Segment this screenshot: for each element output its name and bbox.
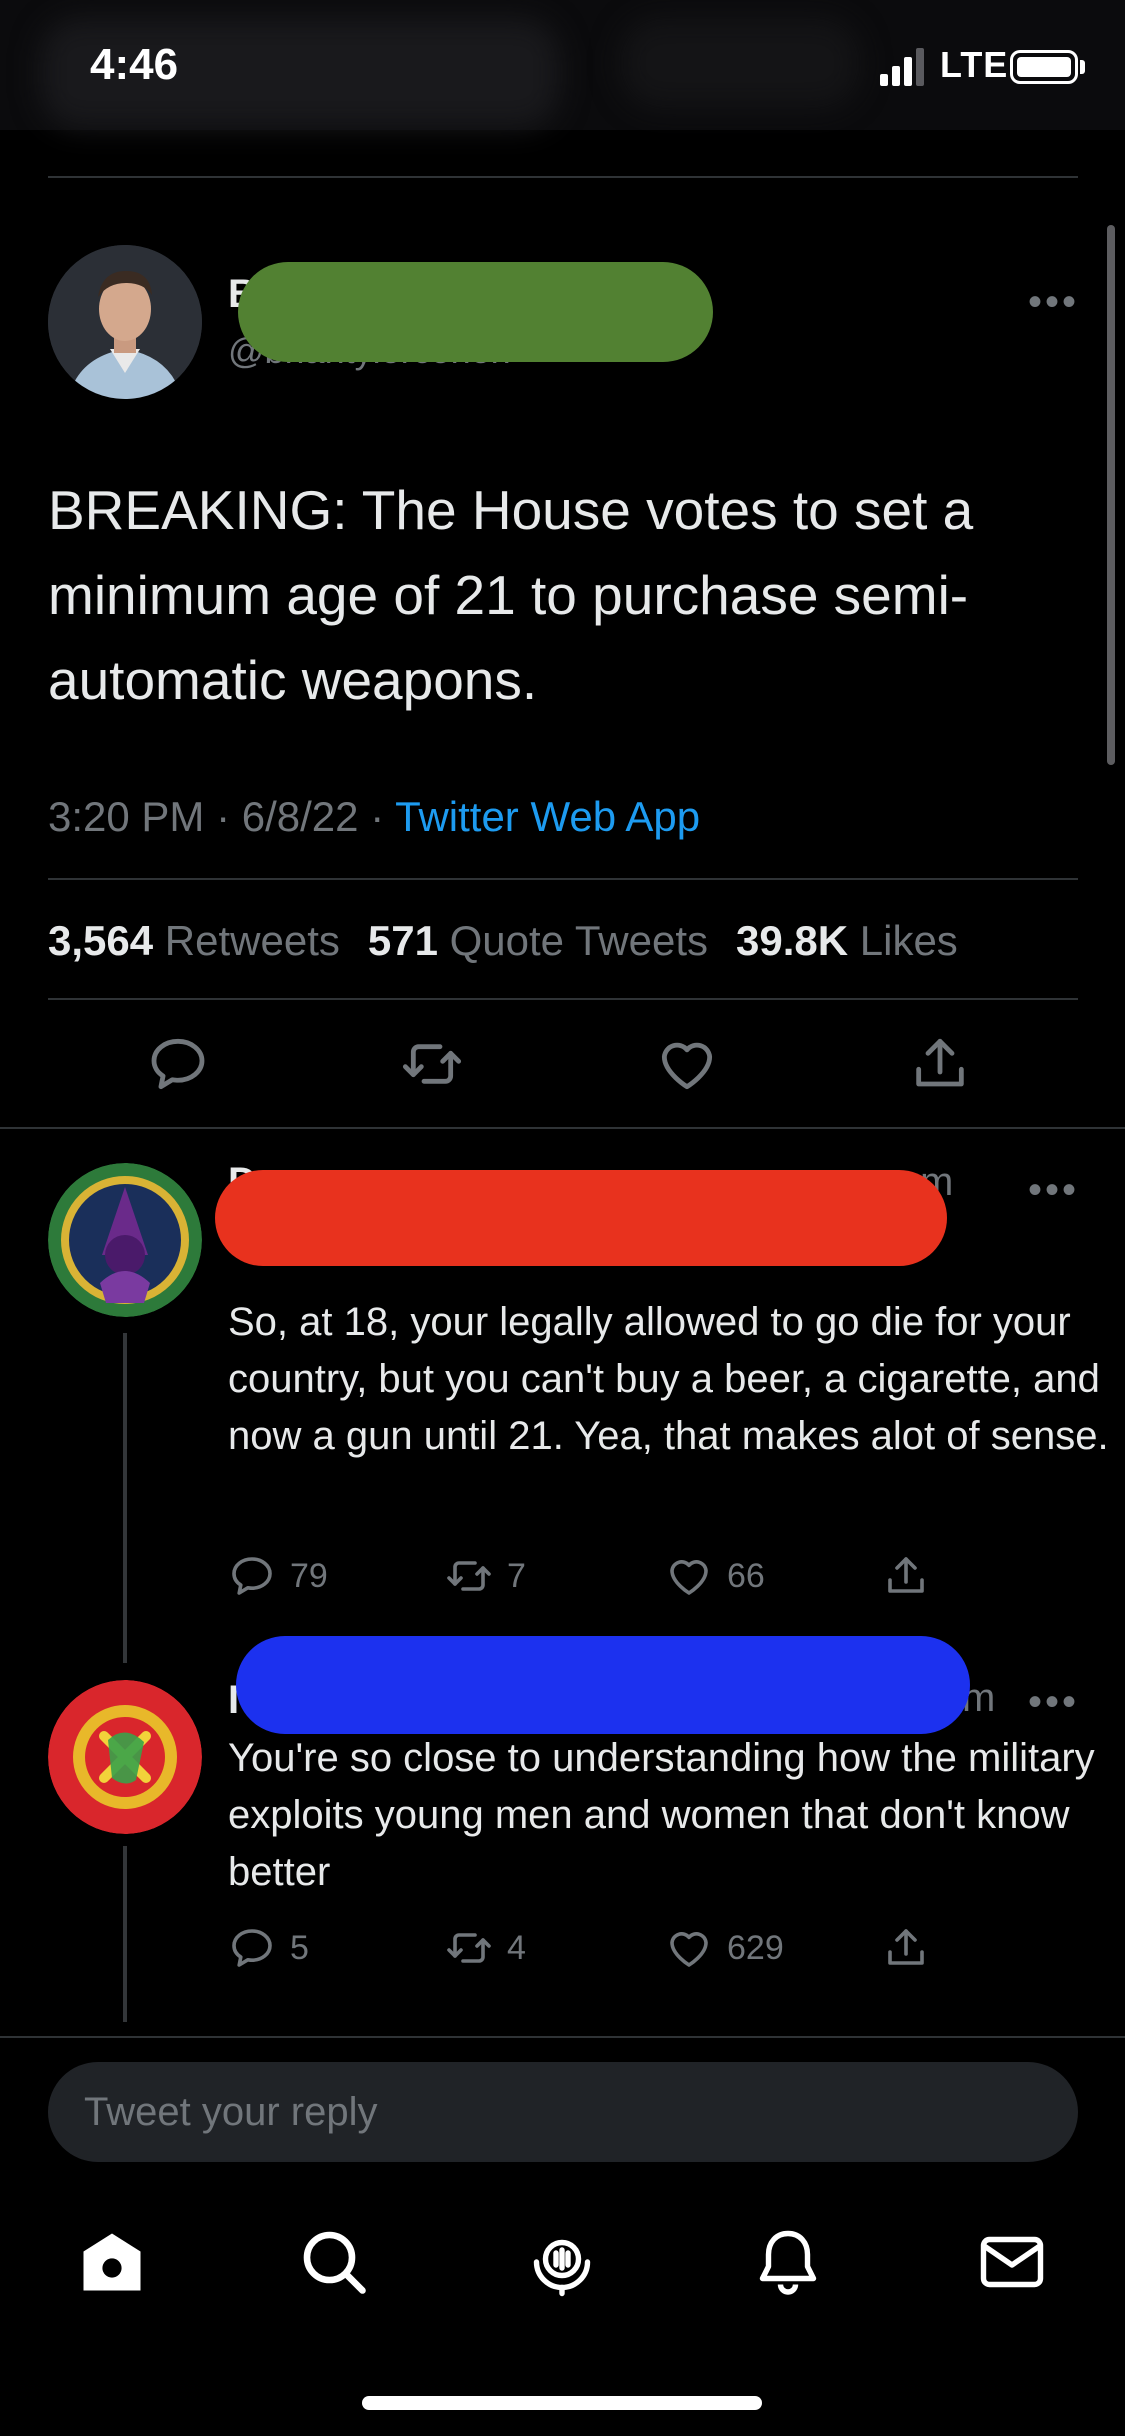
- tweet-time: 3:20 PM: [48, 793, 205, 840]
- battery-icon: [1010, 50, 1078, 84]
- share-icon: [888, 1557, 924, 1593]
- redaction-reply-author: [236, 1636, 970, 1734]
- reply-like-action[interactable]: 629: [665, 1924, 784, 1972]
- tweet-text: BREAKING: The House votes to set a minim…: [48, 479, 974, 711]
- reply-share-action[interactable]: [882, 1552, 930, 1600]
- thread-line: [123, 1333, 127, 1663]
- spaces-icon[interactable]: [526, 2226, 598, 2298]
- heart-icon: [670, 1560, 708, 1595]
- divider-stats: [48, 998, 1078, 1000]
- retweet-count: 4: [507, 1928, 526, 1967]
- reply-retweet-action[interactable]: 7: [445, 1552, 526, 1600]
- retweet-icon[interactable]: [400, 1032, 464, 1096]
- meta-separator: ·: [216, 793, 242, 840]
- reply-count: 5: [290, 1928, 309, 1967]
- author-avatar[interactable]: [48, 245, 202, 399]
- redaction-reply-author: [215, 1170, 947, 1266]
- search-icon[interactable]: [298, 2226, 370, 2298]
- heart-icon[interactable]: [655, 1032, 719, 1096]
- status-bar-blur-right: [620, 18, 860, 108]
- redaction-author-name: [238, 262, 713, 362]
- reply-avatar[interactable]: [48, 1680, 202, 1834]
- tweet-stats: 3,564 Retweets 571 Quote Tweets 39.8K Like…: [48, 917, 958, 965]
- reply-reply-action[interactable]: 79: [228, 1552, 328, 1600]
- divider-meta: [48, 878, 1078, 880]
- reply-composer[interactable]: [48, 2062, 1078, 2162]
- reply-share-action[interactable]: [882, 1924, 930, 1972]
- tweet-timestamp: 3:20 PM · 6/8/22 · Twitter Web App: [48, 793, 700, 841]
- reply-input[interactable]: [48, 2062, 1078, 2162]
- reply-reply-action[interactable]: 5: [228, 1924, 309, 1972]
- divider-top: [48, 176, 1078, 178]
- reply-icon: [232, 1929, 272, 1967]
- network-type: LTE: [940, 44, 1009, 85]
- retweet-icon: [447, 1933, 491, 1963]
- like-count: 629: [727, 1928, 784, 1967]
- heart-icon: [670, 1932, 708, 1967]
- mail-icon[interactable]: [976, 2226, 1048, 2298]
- reply-count: 79: [290, 1556, 328, 1595]
- reply-text: So, at 18, your legally allowed to go di…: [228, 1300, 1109, 1458]
- reply-avatar[interactable]: [48, 1163, 202, 1317]
- tweet-source-link[interactable]: Twitter Web App: [395, 793, 700, 840]
- like-count: 66: [727, 1556, 765, 1595]
- more-options-icon[interactable]: •••: [1028, 1170, 1079, 1210]
- cellular-signal-icon: [880, 48, 924, 86]
- more-options-icon[interactable]: •••: [1028, 1682, 1079, 1722]
- divider-composer: [0, 2036, 1125, 2038]
- likes-stat[interactable]: 39.8K Likes: [736, 917, 958, 964]
- reply-like-action[interactable]: 66: [665, 1552, 765, 1600]
- meta-separator: ·: [370, 793, 396, 840]
- home-icon[interactable]: [76, 2226, 148, 2298]
- share-icon: [888, 1929, 924, 1965]
- reply-retweet-action[interactable]: 4: [445, 1924, 526, 1972]
- share-icon[interactable]: [908, 1032, 972, 1096]
- thread-line: [123, 1846, 127, 2022]
- retweet-count: 7: [507, 1556, 526, 1595]
- retweet-icon: [447, 1561, 491, 1591]
- divider-replies: [0, 1127, 1125, 1129]
- reply-icon: [232, 1557, 272, 1595]
- more-options-icon[interactable]: •••: [1028, 282, 1079, 322]
- retweets-stat[interactable]: 3,564 Retweets: [48, 917, 340, 964]
- tweet-date: 6/8/22: [241, 793, 359, 840]
- reply-text: You're so close to understanding how the…: [228, 1736, 1095, 1894]
- quotes-stat[interactable]: 571 Quote Tweets: [368, 917, 708, 964]
- battery-tip: [1080, 60, 1085, 74]
- reply-icon[interactable]: [146, 1032, 210, 1096]
- home-indicator[interactable]: [362, 2396, 762, 2410]
- scrollbar[interactable]: [1107, 225, 1115, 765]
- thread-line-connector: [123, 1644, 127, 1662]
- status-time: 4:46: [90, 40, 179, 89]
- bell-icon[interactable]: [752, 2226, 824, 2298]
